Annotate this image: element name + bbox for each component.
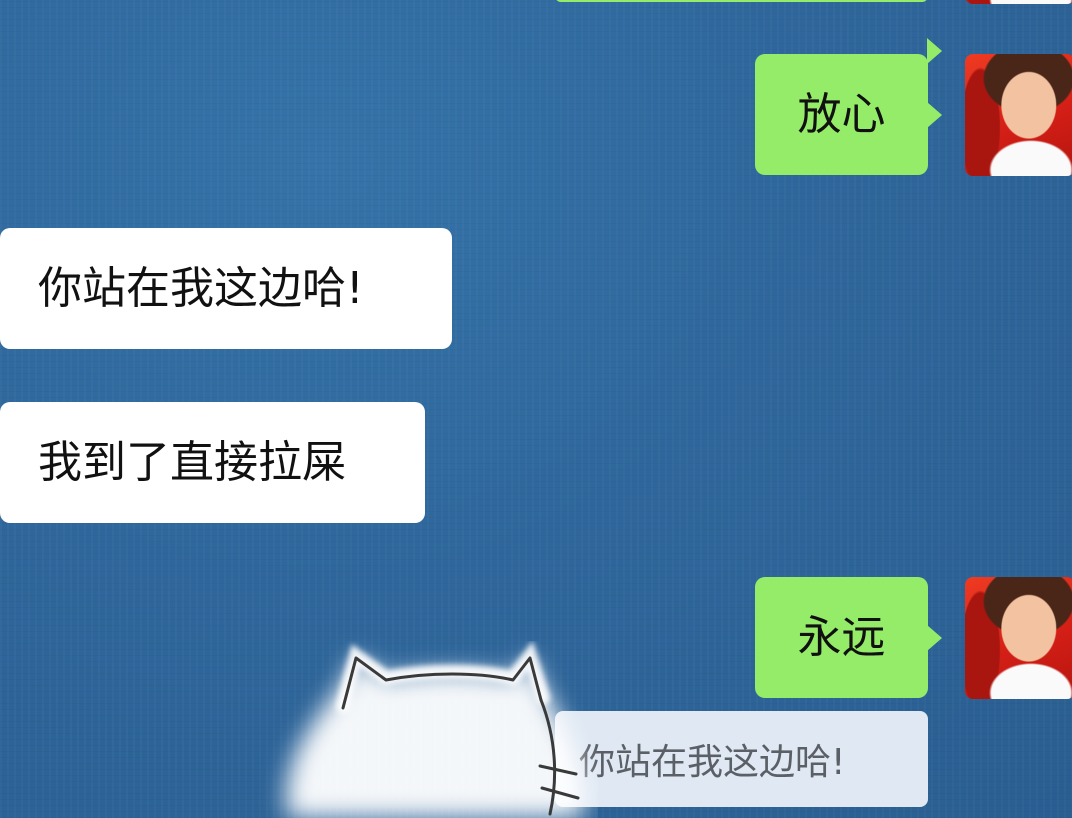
- quoted-reply[interactable]: 你站在我这边哈!: [555, 711, 928, 807]
- message-text: 你站在我这边哈!: [38, 262, 364, 314]
- message-text: 放心: [797, 88, 886, 140]
- message-text: 我到了直接拉屎: [38, 436, 346, 488]
- message-text: 永远: [797, 611, 886, 663]
- partial-outgoing-bubble[interactable]: [555, 0, 942, 64]
- avatar[interactable]: [965, 54, 1072, 176]
- quoted-reply-text: 你站在我这边哈!: [579, 742, 846, 783]
- message-bubble-incoming[interactable]: 我到了直接拉屎: [0, 402, 425, 523]
- message-bubble-incoming[interactable]: 你站在我这边哈!: [0, 228, 452, 349]
- avatar[interactable]: [965, 577, 1072, 699]
- message-bubble-outgoing[interactable]: 放心: [755, 54, 942, 175]
- cat-sticker-icon: [286, 641, 584, 818]
- avatar[interactable]: [965, 0, 1072, 4]
- message-bubble-outgoing[interactable]: 永远: [755, 577, 942, 698]
- chat-message-list: 放心 你站在我这边哈! 我到了直接拉屎 永远 你站在我这边哈!: [0, 0, 1072, 818]
